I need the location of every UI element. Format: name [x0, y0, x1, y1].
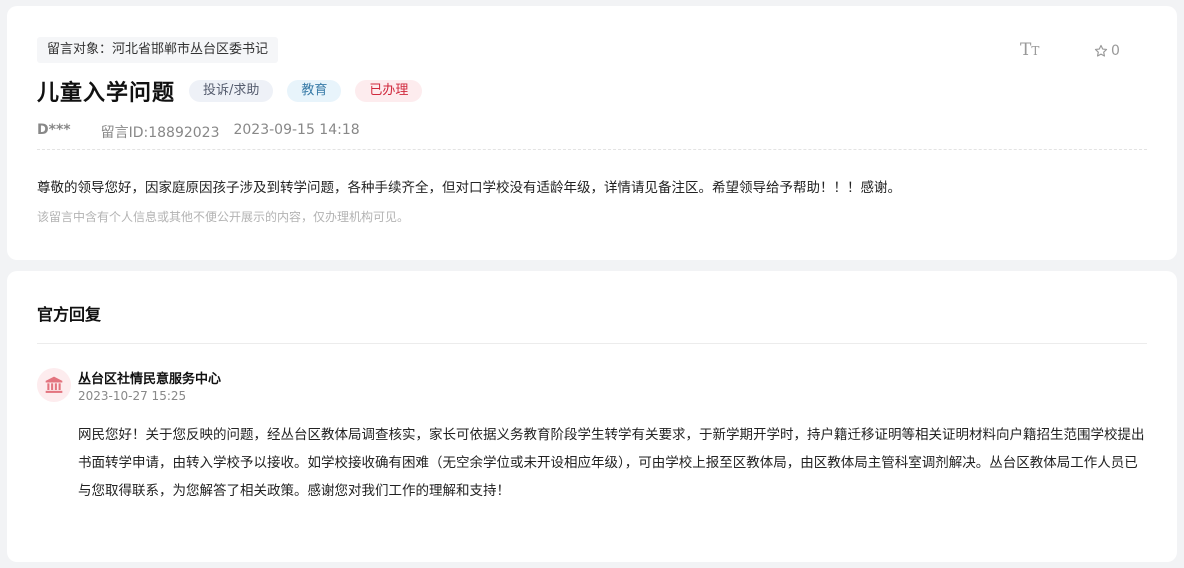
star-icon [1094, 44, 1108, 57]
privacy-note: 该留言中含有个人信息或其他不便公开展示的内容，仅办理机构可见。 [37, 210, 410, 224]
message-content: 尊敬的领导您好，因家庭原因孩子涉及到转学问题，各种手续齐全，但对口学校没有适龄年… [37, 180, 901, 196]
government-building-icon [45, 376, 63, 393]
text-size-icon[interactable]: TT [1020, 40, 1039, 60]
author: D*** [37, 122, 71, 138]
reply-body: 网民您好！关于您反映的问题，经丛台区教体局调查核实，家长可依据义务教育阶段学生转… [78, 427, 1145, 499]
message-target: 留言对象：河北省邯郸市丛台区委书记 [37, 37, 279, 63]
type-tag: 投诉/求助 [189, 80, 274, 102]
favorite-count: 0 [1111, 43, 1120, 59]
reply-org: 丛台区社情民意服务中心 [78, 372, 222, 387]
domain-tag: 教育 [287, 80, 342, 102]
reply-section-title: 官方回复 [37, 305, 102, 324]
message-id: 留言ID:18892023 [100, 125, 220, 141]
message-time: 2023-09-15 14:18 [233, 122, 360, 138]
title-row: 儿童入学问题 投诉/求助 教育 已办理 [37, 76, 423, 106]
reply-time: 2023-10-27 15:25 [78, 389, 187, 403]
divider [37, 343, 1147, 344]
message-title: 儿童入学问题 [37, 81, 176, 106]
status-badge: 已办理 [355, 80, 423, 102]
favorite-button[interactable]: 0 [1094, 43, 1120, 59]
message-card: 留言对象：河北省邯郸市丛台区委书记 TT 0 儿童入学问题 投诉/求助 教育 已… [7, 6, 1177, 260]
divider [37, 149, 1147, 150]
avatar [37, 368, 71, 402]
reply-card: 官方回复 丛台区社情民意服务中心 2023-10-27 15:25 网民您好！关… [7, 271, 1177, 562]
message-meta: D*** 留言ID:18892023 2023-09-15 14:18 [37, 122, 360, 142]
